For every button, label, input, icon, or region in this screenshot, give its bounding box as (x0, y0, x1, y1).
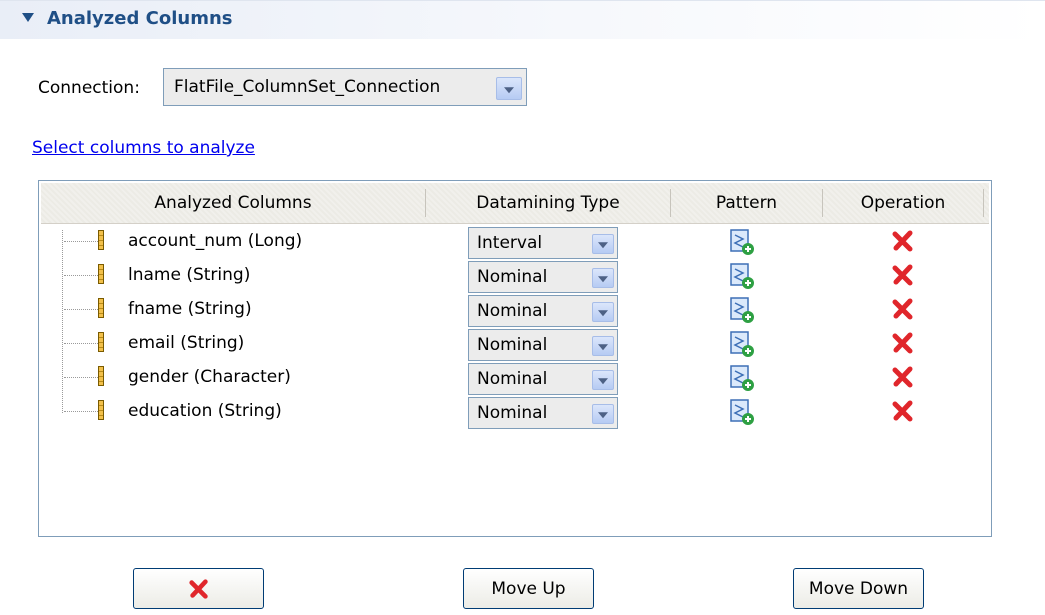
add-pattern-icon[interactable] (727, 261, 757, 291)
header-pattern[interactable]: Pattern (671, 183, 822, 223)
delete-icon[interactable] (891, 399, 915, 423)
datamining-type-value: Nominal (477, 369, 548, 389)
add-pattern-icon[interactable] (727, 295, 757, 325)
tree-connector (64, 275, 98, 276)
move-up-button[interactable]: Move Up (463, 568, 594, 609)
move-down-button[interactable]: Move Down (793, 568, 924, 609)
table-row[interactable]: education (String) Nominal (40, 395, 988, 429)
select-columns-link[interactable]: Select columns to analyze (32, 138, 255, 158)
table-row[interactable]: gender (Character) Nominal (40, 361, 988, 395)
column-icon (98, 264, 104, 284)
chevron-down-icon (598, 242, 608, 249)
tree-connector (64, 309, 98, 310)
delete-icon[interactable] (891, 263, 915, 287)
add-pattern-icon[interactable] (727, 397, 757, 427)
header-datamining-type[interactable]: Datamining Type (426, 183, 670, 223)
connection-select[interactable]: FlatFile_ColumnSet_Connection (163, 68, 527, 106)
red-x-icon (188, 579, 208, 599)
chevron-down-icon (598, 310, 608, 317)
connection-dropdown-button[interactable] (496, 77, 522, 100)
add-pattern-icon[interactable] (727, 329, 757, 359)
column-icon (98, 230, 104, 250)
datamining-type-select[interactable]: Nominal (468, 261, 618, 293)
tree-connector (64, 343, 98, 344)
table-row[interactable]: account_num (Long) Interval (40, 225, 988, 259)
tree-connector (64, 377, 98, 378)
delete-icon[interactable] (891, 297, 915, 321)
table-row[interactable]: email (String) Nominal (40, 327, 988, 361)
datamining-type-value: Nominal (477, 301, 548, 321)
datamining-type-select[interactable]: Nominal (468, 329, 618, 361)
column-icon (98, 332, 104, 352)
table-row[interactable]: lname (String) Nominal (40, 259, 988, 293)
column-icon (98, 366, 104, 386)
delete-icon[interactable] (891, 229, 915, 253)
datamining-type-value: Nominal (477, 335, 548, 355)
datamining-dropdown-button[interactable] (592, 336, 614, 356)
column-name: email (String) (128, 333, 245, 353)
datamining-type-value: Nominal (477, 403, 548, 423)
column-icon (98, 400, 104, 420)
connection-label: Connection: (38, 78, 140, 98)
connection-select-value: FlatFile_ColumnSet_Connection (174, 77, 441, 97)
column-name: lname (String) (128, 265, 251, 285)
chevron-down-icon (598, 378, 608, 385)
column-name: fname (String) (128, 299, 252, 319)
add-pattern-icon[interactable] (727, 227, 757, 257)
datamining-dropdown-button[interactable] (592, 404, 614, 424)
collapse-triangle-icon[interactable] (22, 13, 34, 22)
chevron-down-icon (504, 86, 514, 93)
column-name: education (String) (128, 401, 282, 421)
delete-button[interactable] (133, 568, 264, 609)
table-header: Analyzed Columns Datamining Type Pattern… (41, 183, 989, 224)
datamining-type-select[interactable]: Nominal (468, 363, 618, 395)
tree-connector (64, 241, 98, 242)
column-icon (98, 298, 104, 318)
add-pattern-icon[interactable] (727, 363, 757, 393)
header-analyzed-columns[interactable]: Analyzed Columns (41, 183, 425, 223)
datamining-dropdown-button[interactable] (592, 370, 614, 390)
section-header[interactable]: Analyzed Columns (0, 0, 1045, 39)
datamining-type-select[interactable]: Nominal (468, 397, 618, 429)
datamining-type-select[interactable]: Nominal (468, 295, 618, 327)
table-row[interactable]: fname (String) Nominal (40, 293, 988, 327)
header-operation[interactable]: Operation (823, 183, 983, 223)
datamining-dropdown-button[interactable] (592, 302, 614, 322)
chevron-down-icon (598, 276, 608, 283)
chevron-down-icon (598, 344, 608, 351)
datamining-dropdown-button[interactable] (592, 268, 614, 288)
delete-icon[interactable] (891, 331, 915, 355)
datamining-dropdown-button[interactable] (592, 234, 614, 254)
datamining-type-value: Interval (477, 233, 543, 253)
section-title: Analyzed Columns (47, 8, 233, 29)
column-name: account_num (Long) (128, 231, 303, 251)
tree-connector (64, 411, 98, 412)
delete-icon[interactable] (891, 365, 915, 389)
header-divider (983, 189, 984, 217)
datamining-type-select[interactable]: Interval (468, 227, 618, 259)
chevron-down-icon (598, 412, 608, 419)
datamining-type-value: Nominal (477, 267, 548, 287)
column-name: gender (Character) (128, 367, 291, 387)
